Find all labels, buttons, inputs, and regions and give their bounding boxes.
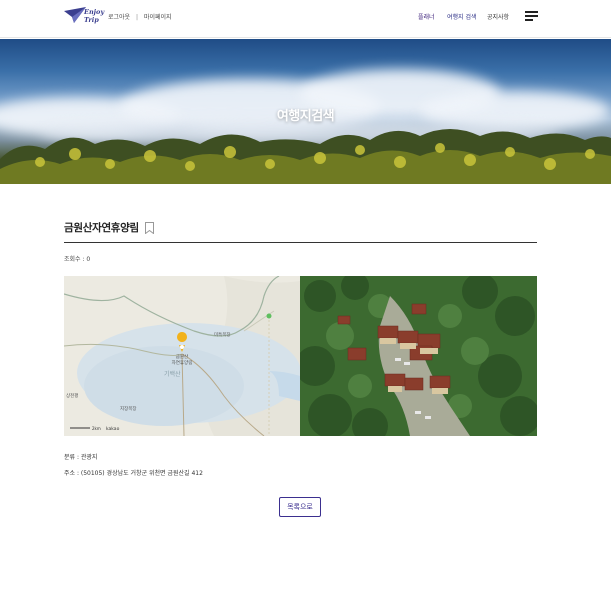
tree-canopy-image: [0, 129, 611, 184]
map-place-label: 기백산: [164, 370, 181, 378]
top-header: Enjoy Trip 로그아웃 | 마이페이지 플래너 여행지 검색 공지사항: [0, 0, 611, 38]
nav-notice[interactable]: 공지사항: [487, 12, 509, 21]
mypage-link[interactable]: 마이페이지: [144, 12, 172, 21]
nav-planner[interactable]: 플래너: [418, 12, 435, 21]
bookmark-icon[interactable]: [145, 219, 154, 235]
place-title: 금원산자연휴양림: [64, 222, 139, 234]
place-media: 금원산 자연휴양림 미특목장 기백산 상천평 지장목장 2km kakao: [64, 276, 537, 436]
banner-title: 여행지검색: [276, 109, 335, 124]
map-provider-logo: kakao: [106, 426, 120, 432]
view-count: 조회수 : 0: [64, 256, 91, 263]
map-place-label: 미특목장: [214, 331, 231, 338]
map-place-label: 지장목장: [120, 405, 137, 412]
map-marker-label: 금원산: [176, 353, 188, 360]
map-scale-label: 2km: [92, 426, 101, 431]
place-photo: [300, 276, 537, 436]
back-to-list-button[interactable]: 목록으로: [279, 497, 321, 517]
link-separator: |: [136, 14, 139, 21]
location-map[interactable]: 금원산 자연휴양림 미특목장 기백산 상천평 지장목장 2km kakao: [64, 276, 300, 436]
title-divider: [64, 242, 537, 243]
hamburger-menu-icon[interactable]: [525, 11, 538, 22]
logo-text: Enjoy Trip: [84, 8, 105, 24]
paper-plane-icon: [64, 7, 86, 23]
place-category: 분류 : 관광지: [64, 454, 98, 461]
place-address: 주소 : (50105) 경상남도 거창군 위천면 금원산길 412: [64, 470, 203, 477]
nav-search[interactable]: 여행지 검색: [447, 12, 477, 21]
hero-banner: 여행지검색: [0, 39, 611, 184]
logout-link[interactable]: 로그아웃: [108, 12, 130, 21]
map-place-label: 상천평: [66, 392, 78, 399]
enjoy-trip-logo[interactable]: Enjoy Trip: [64, 5, 104, 31]
auth-links: 로그아웃 | 마이페이지: [108, 12, 172, 21]
svg-text:자연휴양림: 자연휴양림: [172, 359, 193, 366]
